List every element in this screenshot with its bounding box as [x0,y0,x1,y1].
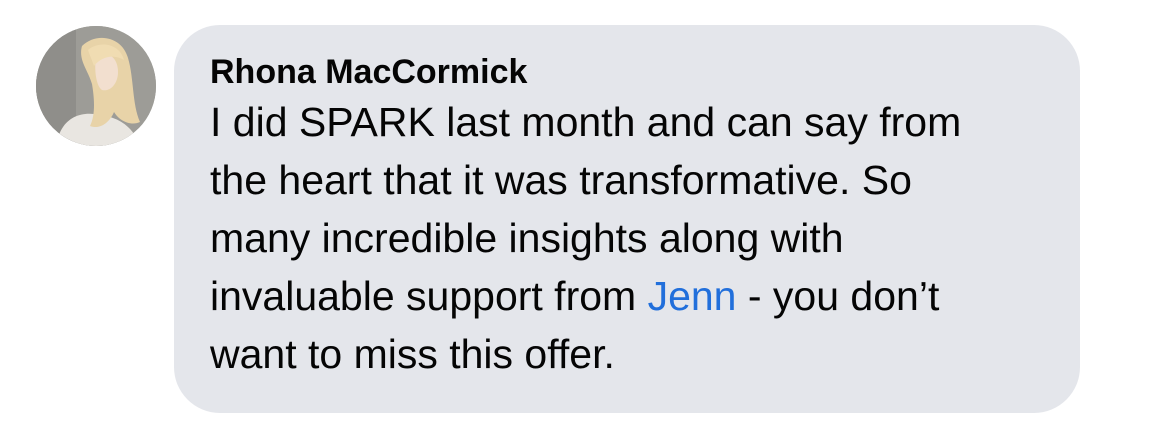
comment-text-segment: invaluable support from [210,273,648,319]
comment-text-segment: - you don’t [736,273,940,319]
profile-photo-avatar-icon [36,26,156,146]
comment-text-line: invaluable support from Jenn - you don’t [210,267,1044,325]
comment-bubble: Rhona MacCormick I did SPARK last month … [174,25,1080,413]
comment-text-line: I did SPARK last month and can say from [210,99,962,145]
comment: Rhona MacCormick I did SPARK last month … [0,0,1170,428]
avatar[interactable] [36,26,156,146]
comment-text-line: want to miss this offer. [210,331,615,377]
mention-link[interactable]: Jenn [648,273,737,319]
comment-author[interactable]: Rhona MacCormick [210,51,1044,93]
comment-text-line: the heart that it was transformative. So [210,157,912,203]
comment-text-line: many incredible insights along with [210,215,844,261]
comment-text: I did SPARK last month and can say from … [210,93,1044,383]
